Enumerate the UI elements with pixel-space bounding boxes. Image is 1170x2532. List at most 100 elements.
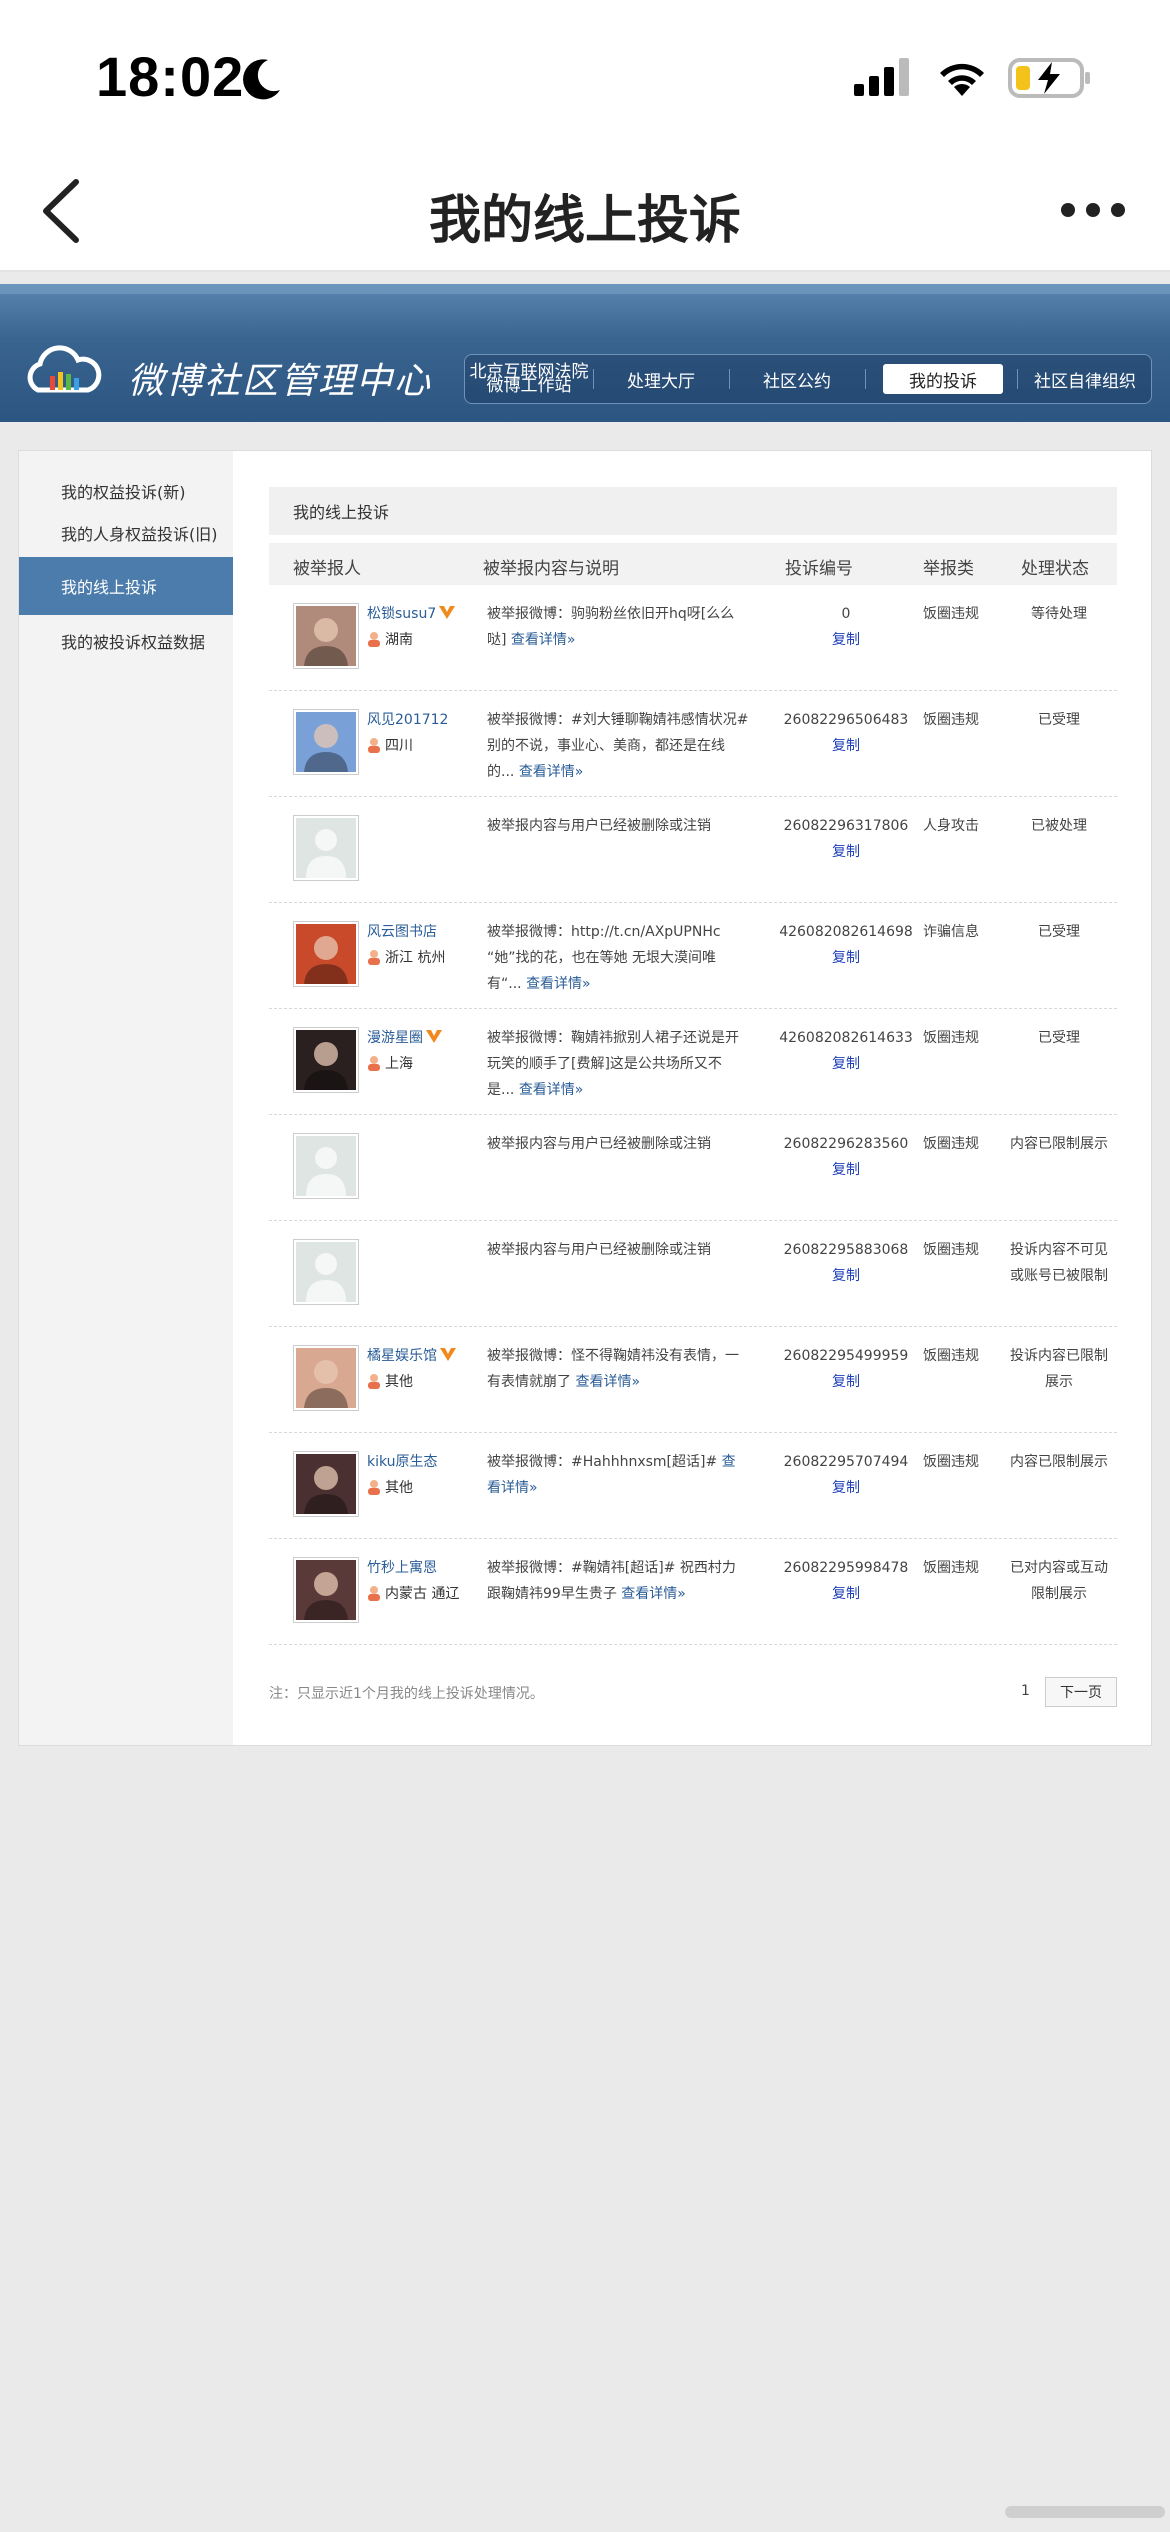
person-icon: [368, 1056, 380, 1071]
copy-link[interactable]: 复制: [755, 733, 937, 759]
user-avatar-image: [296, 1560, 356, 1620]
view-details-link[interactable]: 查看详情»: [621, 1586, 686, 1602]
report-type: 饭圈违规: [923, 1242, 979, 1258]
user-avatar-image: [296, 1454, 356, 1514]
status-bar: 18:02: [0, 0, 1170, 150]
copy-link[interactable]: 复制: [755, 839, 937, 865]
wifi-icon: [940, 63, 984, 96]
user-location: 浙江 杭州: [367, 947, 445, 967]
status-badge: 内容已限制展示: [1010, 1454, 1108, 1470]
copy-link[interactable]: 复制: [755, 1581, 937, 1607]
report-description: 被举报微博：#Hahhhnxsm[超话]# 查看详情»: [487, 1454, 736, 1496]
menu-self-discipline-org[interactable]: 社区自律组织: [1017, 355, 1153, 403]
report-type: 人身攻击: [923, 818, 979, 834]
report-description: 被举报微博：驹驹粉丝依旧开hq呀[么么哒] 查看详情»: [487, 606, 735, 648]
status-badge: 已受理: [1038, 712, 1080, 728]
view-details-link[interactable]: 查看详情»: [575, 1374, 640, 1390]
status-badge: 投诉内容不可见或账号已被限制: [1010, 1242, 1108, 1284]
menu-rules[interactable]: 社区公约: [729, 355, 865, 403]
report-description: 被举报微博：#刘大锤聊鞠婧祎感情状况#别的不说，事业心、美商，都还是在线的...…: [487, 712, 749, 780]
view-details-link[interactable]: 查看详情»: [511, 632, 576, 648]
report-description: 被举报内容与用户已经被删除或注销: [487, 818, 711, 834]
cellular-signal-icon: [854, 58, 909, 96]
person-icon: [368, 632, 380, 647]
report-description: 被举报内容与用户已经被删除或注销: [487, 1136, 711, 1152]
col-status: 处理状态: [1021, 559, 1089, 579]
avatar[interactable]: [293, 1451, 359, 1517]
page-number[interactable]: 1: [1021, 1683, 1030, 1699]
copy-link[interactable]: 复制: [755, 627, 937, 653]
sidebar-item-online-complaints[interactable]: 我的线上投诉: [19, 557, 233, 615]
copy-link[interactable]: 复制: [755, 1369, 937, 1395]
user-location: 内蒙古 通辽: [367, 1583, 459, 1603]
user-avatar-image: [296, 924, 356, 984]
verified-v-icon: [426, 1030, 442, 1043]
reported-user-name[interactable]: 漫游星圈: [367, 1027, 443, 1047]
table-row: 被举报内容与用户已经被删除或注销 26082295883068 复制 饭圈违规 投诉内容…: [269, 1221, 1117, 1327]
report-type: 饭圈违规: [923, 1560, 979, 1576]
menu-my-complaints[interactable]: 我的投诉: [883, 364, 1003, 394]
reported-user-name[interactable]: kiku原生态: [367, 1451, 438, 1471]
user-location: 其他: [367, 1371, 413, 1391]
person-icon: [368, 1586, 380, 1601]
report-description: 被举报微博：怪不得鞠婧祎没有表情，一有表情就崩了 查看详情»: [487, 1348, 739, 1390]
col-content: 被举报内容与说明: [483, 559, 619, 579]
report-type: 饭圈违规: [923, 1030, 979, 1046]
status-badge: 已被处理: [1031, 818, 1087, 834]
report-description: 被举报微博：#鞠婧祎[超话]# 祝西村力跟鞠婧祎99早生贵子 查看详情»: [487, 1560, 736, 1602]
reported-user-name[interactable]: 风云图书店: [367, 921, 437, 941]
user-avatar-image: [296, 1348, 356, 1408]
sidebar: 我的权益投诉(新) 我的人身权益投诉(旧) 我的线上投诉 我的被投诉权益数据: [19, 451, 233, 1745]
report-description: 被举报内容与用户已经被删除或注销: [487, 1242, 711, 1258]
view-details-link[interactable]: 查看详情»: [519, 764, 584, 780]
reported-user-name[interactable]: 风见201712: [367, 709, 448, 729]
verified-v-icon: [440, 1348, 456, 1361]
complaint-table: 松锁susu7 湖南 被举报微博：驹驹粉丝依旧开hq呀[么么哒] 查看详情» 0 复制饭…: [269, 585, 1117, 1645]
reported-user-name[interactable]: 橘星娱乐馆: [367, 1345, 457, 1365]
user-location: 湖南: [367, 629, 413, 649]
table-footer: 注：只显示近1个月我的线上投诉处理情况。 1 下一页: [269, 1657, 1117, 1719]
report-type: 饭圈违规: [923, 712, 979, 728]
sidebar-item-complained-data[interactable]: 我的被投诉权益数据: [19, 621, 233, 661]
copy-link[interactable]: 复制: [755, 945, 937, 971]
sidebar-item-rights-new[interactable]: 我的权益投诉(新): [19, 471, 233, 511]
copy-link[interactable]: 复制: [755, 1263, 937, 1289]
person-icon: [368, 1374, 380, 1389]
avatar[interactable]: [293, 709, 359, 775]
reported-user-name[interactable]: 松锁susu7: [367, 603, 456, 623]
view-details-link[interactable]: 查看详情»: [519, 1082, 584, 1098]
menu-court[interactable]: 北京互联网法院 微博工作站: [465, 355, 593, 403]
person-icon: [368, 950, 380, 965]
main-panel: 我的线上投诉 被举报人 被举报内容与说明 投诉编号 举报类 处理状态 松锁sus…: [269, 487, 1117, 1719]
user-avatar-image: [296, 1030, 356, 1090]
avatar[interactable]: [293, 603, 359, 669]
moon-icon: [243, 59, 280, 100]
avatar[interactable]: [293, 1557, 359, 1623]
status-time: 18:02: [96, 45, 245, 108]
copy-link[interactable]: 复制: [755, 1157, 937, 1183]
copy-link[interactable]: 复制: [755, 1051, 937, 1077]
report-type: 饭圈违规: [923, 1136, 979, 1152]
table-row: kiku原生态 其他 被举报微博：#Hahhhnxsm[超话]# 查看详情» 2608…: [269, 1433, 1117, 1539]
avatar[interactable]: [293, 1133, 359, 1199]
user-location: 四川: [367, 735, 413, 755]
reported-user-name[interactable]: 竹秒上寓恩: [367, 1557, 437, 1577]
copy-link[interactable]: 复制: [755, 1475, 937, 1501]
status-badge: 已受理: [1038, 924, 1080, 940]
avatar[interactable]: [293, 1027, 359, 1093]
status-badge: 已对内容或互动限制展示: [1010, 1560, 1108, 1602]
view-details-link[interactable]: 查看详情»: [526, 976, 591, 992]
more-icon[interactable]: [1058, 200, 1128, 220]
avatar[interactable]: [293, 1345, 359, 1411]
status-badge: 等待处理: [1031, 606, 1087, 622]
next-page-button[interactable]: 下一页: [1045, 1677, 1117, 1707]
report-description: 被举报微博：鞠婧祎掀别人裙子还说是开玩笑的顺手了[费解]这是公共场所又不是...…: [487, 1030, 739, 1098]
sidebar-item-personal-old[interactable]: 我的人身权益投诉(旧): [19, 513, 233, 553]
avatar[interactable]: [293, 1239, 359, 1305]
menu-hall[interactable]: 处理大厅: [593, 355, 729, 403]
avatar[interactable]: [293, 815, 359, 881]
content-card: 我的权益投诉(新) 我的人身权益投诉(旧) 我的线上投诉 我的被投诉权益数据 我…: [18, 450, 1152, 1746]
table-row: 被举报内容与用户已经被删除或注销 26082296317806 复制 人身攻击 已被处理: [269, 797, 1117, 903]
avatar[interactable]: [293, 921, 359, 987]
cloud-logo-icon: [27, 345, 102, 393]
